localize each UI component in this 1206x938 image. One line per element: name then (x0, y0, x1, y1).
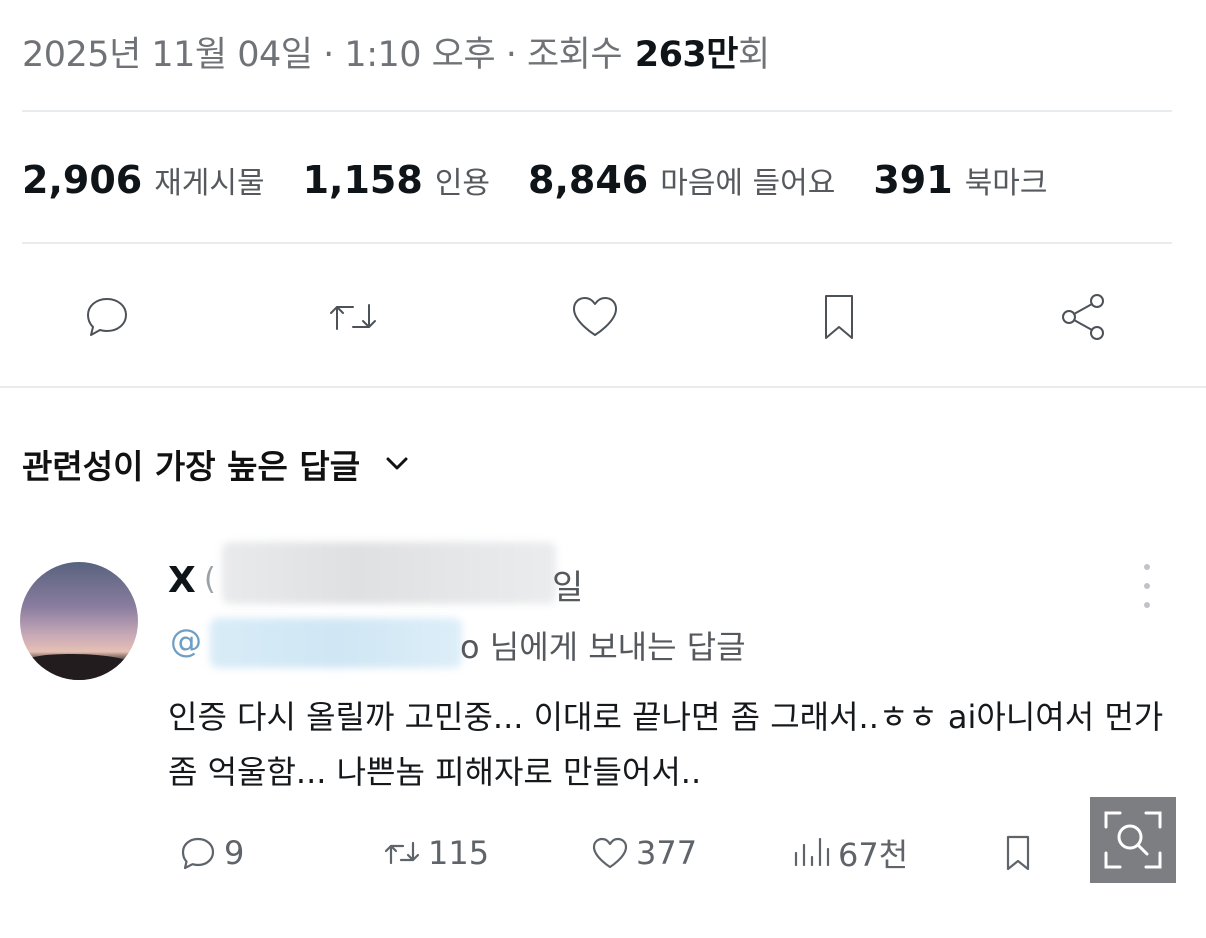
views-count: 263만 (634, 35, 739, 75)
replies-sort-dropdown[interactable]: 관련성이 가장 높은 답글 (22, 440, 412, 488)
views-suffix: 회 (737, 35, 770, 75)
more-options-button[interactable] (1132, 564, 1162, 608)
repost-icon (384, 841, 420, 865)
repost-icon (330, 304, 376, 330)
post-date: 2025년 11월 04일 (22, 35, 313, 75)
reply-bookmark-button[interactable] (996, 826, 1040, 880)
like-icon (573, 297, 617, 336)
post-meta: 2025년 11월 04일 · 1:10 오후 · 조회수 263만회 (22, 26, 770, 77)
meta-separator: · (323, 35, 334, 75)
image-search-button[interactable] (1090, 797, 1176, 883)
reply-action-bar: 9 115 377 67천 (0, 826, 1206, 880)
share-icon (1062, 294, 1104, 340)
engagement-stats: 2,906 재게시물 1,158 인용 8,846 마음에 들어요 391 북마… (22, 158, 1086, 202)
likes-label: 마음에 들어요 (660, 166, 836, 201)
bookmark-button[interactable] (804, 282, 874, 352)
reply-reposts-count: 115 (428, 834, 490, 872)
bookmark-icon (1006, 835, 1030, 871)
likes-count: 8,846 (528, 158, 649, 202)
reply-views-button[interactable]: 67천 (790, 826, 908, 880)
quotes-count: 1,158 (302, 158, 423, 202)
meta-separator: · (505, 35, 517, 75)
like-button[interactable] (560, 282, 630, 352)
reply-display-name[interactable]: X (168, 560, 196, 601)
reply-button[interactable] (72, 282, 142, 352)
bookmarks-label: 북마크 (964, 166, 1048, 201)
repost-button[interactable] (318, 282, 388, 352)
redacted-handle (222, 542, 556, 604)
views-label: 조회수 (526, 35, 623, 75)
visual-search-icon (1104, 811, 1162, 869)
reply-icon (181, 837, 215, 870)
reply-to-text: o 님에게 보내는 답글 (460, 628, 746, 666)
reply-text: 인증 다시 올릴까 고민중... 이대로 끝나면 좀 그래서..ㅎㅎ ai아니여… (168, 698, 1164, 791)
divider (22, 242, 1172, 244)
divider (22, 110, 1172, 112)
reply-replies-button[interactable]: 9 (176, 826, 244, 880)
reply-to-at[interactable]: @ (170, 622, 202, 660)
reply-to-line: @ (170, 622, 202, 660)
avatar[interactable] (20, 562, 138, 680)
reply-replies-count: 9 (224, 834, 245, 872)
redacted-mention (210, 618, 462, 668)
bookmarks-stat[interactable]: 391 북마크 (873, 158, 1047, 202)
replies-sort-label: 관련성이 가장 높은 답글 (22, 447, 361, 486)
reply-icon (87, 298, 127, 336)
chevron-down-icon (386, 457, 408, 470)
reply-likes-button[interactable]: 377 (588, 826, 697, 880)
reply-likes-count: 377 (636, 834, 698, 872)
bookmark-icon (825, 295, 853, 339)
bookmarks-count: 391 (873, 158, 953, 202)
divider (0, 386, 1206, 388)
post-time: 1:10 오후 (344, 35, 496, 75)
post-action-bar (0, 282, 1206, 358)
reposts-stat[interactable]: 2,906 재게시물 (22, 158, 265, 202)
reposts-count: 2,906 (22, 158, 143, 202)
like-icon (592, 837, 628, 869)
quotes-label: 인용 (434, 166, 491, 201)
likes-stat[interactable]: 8,846 마음에 들어요 (528, 158, 835, 202)
views-icon (794, 837, 830, 867)
quotes-stat[interactable]: 1,158 인용 (303, 158, 490, 202)
reply-views-count: 67천 (838, 836, 909, 874)
reposts-label: 재게시물 (154, 166, 265, 201)
share-button[interactable] (1048, 282, 1118, 352)
reply-handle-paren: ( (204, 562, 216, 597)
reply-time: 일 (552, 568, 584, 608)
reply-reposts-button[interactable]: 115 (380, 826, 489, 880)
